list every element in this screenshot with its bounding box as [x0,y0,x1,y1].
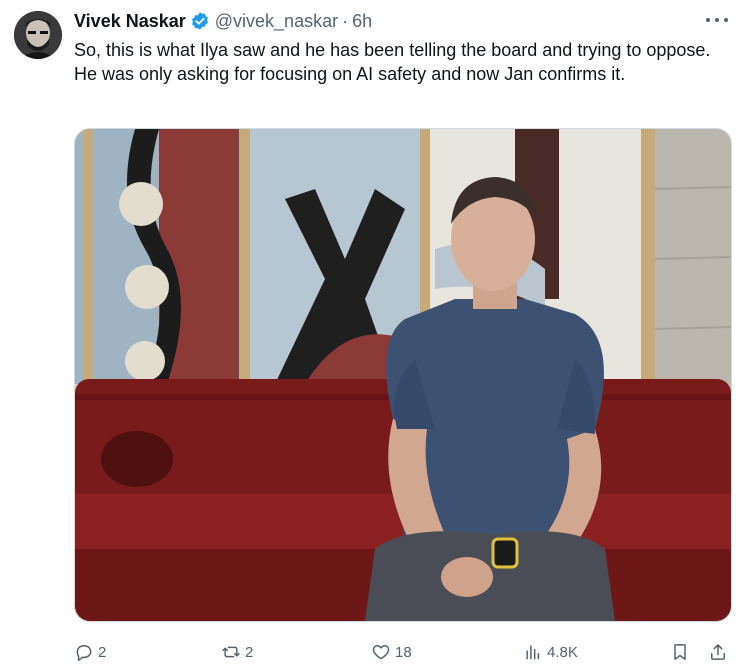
like-button[interactable]: 18 [371,640,412,664]
reply-button[interactable]: 2 [74,640,106,664]
views-chart-icon [526,645,540,660]
repost-count: 2 [245,643,254,661]
avatar-image [14,11,62,59]
timestamp[interactable]: 6h [352,11,372,32]
views-count: 4.8K [547,643,578,661]
author-handle[interactable]: @vivek_naskar [215,11,338,32]
share-button[interactable] [708,640,732,664]
reply-icon [76,645,92,662]
author-name[interactable]: Vivek Naskar [74,11,186,32]
tweet-text: So, this is what Ilya saw and he has bee… [74,40,711,84]
bookmark-button[interactable] [670,640,694,664]
bookmark-icon [674,644,686,660]
separator-dot: · [342,10,349,31]
tweet-header: Vivek Naskar @vivek_naskar · 6h [74,10,372,32]
verified-badge-icon [190,11,210,31]
photo-illustration [75,129,731,621]
like-count: 18 [395,643,412,661]
tweet-media-image[interactable] [74,128,732,622]
tweet-action-bar: 2 2 18 4.8K [74,640,738,664]
repost-icon [222,646,240,658]
repost-button[interactable]: 2 [221,640,253,664]
avatar[interactable] [14,11,62,59]
views-button[interactable]: 4.8K [523,640,578,664]
reply-count: 2 [98,643,107,661]
share-icon [711,644,725,660]
more-horizontal-icon[interactable] [706,10,728,30]
heart-icon [372,645,390,660]
